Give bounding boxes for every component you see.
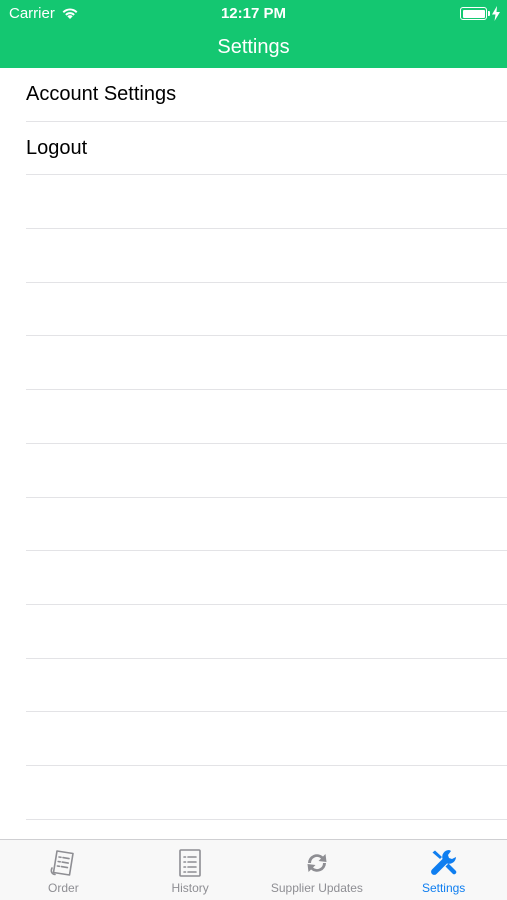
tab-supplier-updates[interactable]: Supplier Updates: [254, 840, 381, 900]
empty-row: [0, 444, 507, 498]
empty-row: [0, 498, 507, 552]
status-bar: Carrier 12:17 PM: [0, 0, 507, 28]
tab-settings[interactable]: Settings: [380, 840, 507, 900]
order-icon: [50, 850, 75, 876]
status-time: 12:17 PM: [220, 5, 287, 22]
empty-row: [0, 229, 507, 283]
empty-row: [0, 551, 507, 605]
empty-row: [0, 390, 507, 444]
empty-row: [0, 605, 507, 659]
empty-row: [0, 766, 507, 820]
tab-settings-label: Settings: [421, 881, 466, 895]
empty-row: [0, 283, 507, 337]
tab-order[interactable]: Order: [0, 840, 127, 900]
refresh-icon: [307, 854, 327, 872]
history-icon: [179, 849, 201, 877]
empty-row: [0, 659, 507, 713]
top-bar: Carrier 12:17 PM Settings: [0, 0, 507, 68]
list-item-account-settings[interactable]: Account Settings: [0, 68, 507, 122]
tab-bar: Order History Supplier Updates Settings: [0, 839, 507, 900]
charging-bolt-icon: [492, 6, 500, 21]
settings-list: Account Settings Logout: [0, 68, 507, 820]
list-item-logout[interactable]: Logout: [0, 122, 507, 176]
empty-row: [0, 175, 507, 229]
page-title: Settings: [217, 36, 290, 58]
settings-screen: Carrier 12:17 PM Settings Account Settin…: [0, 0, 507, 900]
empty-row: [0, 712, 507, 766]
tab-supplier-updates-label: Supplier Updates: [270, 881, 363, 895]
tab-history-label: History: [171, 881, 209, 895]
wrench-screwdriver-icon: [430, 850, 456, 875]
tab-history[interactable]: History: [127, 840, 254, 900]
battery-icon: [460, 7, 490, 20]
tab-order-label: Order: [48, 881, 79, 895]
empty-row: [0, 336, 507, 390]
